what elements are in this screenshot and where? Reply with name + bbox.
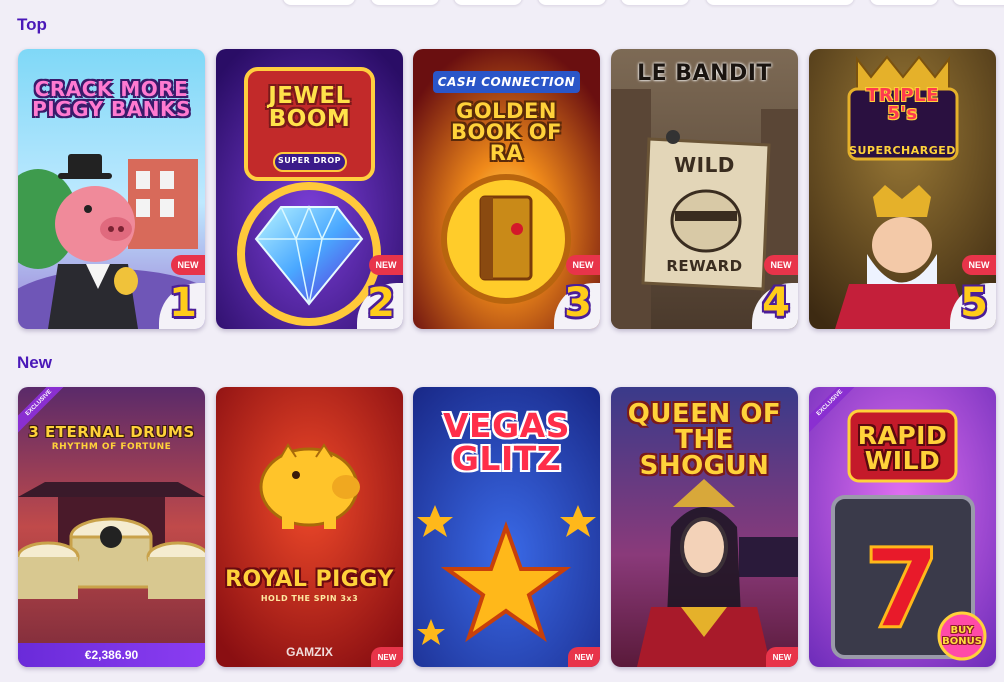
game-tile-3-eternal-drums[interactable]: EXCLUSIVE 3 ETERNAL DRUMS RHYTHM OF FORT…: [18, 387, 205, 667]
category-pill[interactable]: [370, 0, 440, 6]
new-badge: NEW: [371, 647, 403, 667]
game-tile-golden-book-of-ra[interactable]: CASH CONNECTION GOLDEN BOOK OF RA NEW 3: [413, 49, 600, 329]
category-pills: [0, 0, 1004, 6]
game-tile-crack-more-piggy-banks[interactable]: CRACK MORE PIGGY BANKS NEW 1: [18, 49, 205, 329]
category-pill[interactable]: [537, 0, 607, 6]
game-title: GOLDEN BOOK OF RA: [451, 99, 562, 165]
new-badge: NEW: [764, 255, 798, 275]
buy-label: BUY: [950, 625, 974, 636]
game-subtitle: SUPER DROP: [278, 156, 341, 165]
game-tile-le-bandit[interactable]: LE BANDIT WILD REWARD NEW 4: [611, 49, 798, 329]
new-badge: NEW: [962, 255, 996, 275]
buy-bonus-badge: BUY BONUS: [932, 611, 992, 661]
top-games-row: CRACK MORE PIGGY BANKS NEW 1 JEWEL BOOM …: [18, 49, 1004, 331]
wanted-sign-top: WILD: [674, 153, 735, 177]
category-pill[interactable]: [282, 0, 356, 6]
game-tile-queen-of-the-shogun[interactable]: QUEEN OF THE SHOGUN NEW: [611, 387, 798, 667]
category-pill[interactable]: [620, 0, 690, 6]
game-title: TRIPLE 5's: [866, 85, 939, 124]
game-subtitle: HOLD THE SPIN 3x3: [260, 594, 359, 603]
game-tile-triple-5s[interactable]: TRIPLE 5's SUPERCHARGED NEW 5: [809, 49, 996, 329]
rank-number: 1: [169, 280, 197, 326]
new-badge: NEW: [171, 255, 205, 275]
game-title: VEGAS GLITZ: [443, 406, 570, 478]
game-title: ROYAL PIGGY: [225, 567, 394, 592]
category-pill[interactable]: [952, 0, 1004, 6]
rank-number: 5: [960, 280, 988, 326]
new-games-row: EXCLUSIVE 3 ETERNAL DRUMS RHYTHM OF FORT…: [18, 387, 1004, 669]
new-badge: NEW: [568, 647, 600, 667]
game-title: RAPID WILD: [857, 421, 948, 475]
new-badge: NEW: [766, 647, 798, 667]
game-title: CRACK MORE PIGGY BANKS: [32, 77, 191, 121]
royal-piggy-artwork: [216, 387, 403, 667]
game-title: JEWEL BOOM: [268, 83, 351, 132]
new-badge: NEW: [369, 255, 403, 275]
category-pill[interactable]: [705, 0, 855, 6]
section-title-top: Top: [17, 15, 47, 34]
svg-text:7: 7: [864, 525, 941, 653]
game-subtitle: RHYTHM OF FORTUNE: [51, 442, 172, 452]
rank-number: 3: [564, 280, 592, 326]
game-title: QUEEN OF THE SHOGUN: [627, 399, 782, 481]
game-subtitle: SUPERCHARGED: [849, 144, 956, 157]
rank-number: 2: [367, 280, 395, 326]
bonus-label: BONUS: [942, 635, 982, 647]
rank-number: 4: [762, 280, 790, 326]
game-brand: CASH CONNECTION: [437, 75, 576, 89]
game-title: 3 ETERNAL DRUMS: [28, 423, 195, 441]
jackpot-amount: €2,386.90: [18, 643, 205, 667]
category-pill[interactable]: [453, 0, 523, 6]
game-tile-jewel-boom[interactable]: JEWEL BOOM SUPER DROP NEW 2: [216, 49, 403, 329]
section-title-new: New: [17, 353, 52, 372]
game-tile-royal-piggy[interactable]: ROYAL PIGGY HOLD THE SPIN 3x3 GAMZIX NEW: [216, 387, 403, 667]
game-tile-rapid-wild[interactable]: 7 EXCLUSIVE RAPID WILD BUY BONUS: [809, 387, 996, 667]
game-title: LE BANDIT: [637, 61, 772, 86]
category-pill[interactable]: [869, 0, 939, 6]
game-tile-vegas-glitz[interactable]: VEGAS GLITZ NEW: [413, 387, 600, 667]
new-badge: NEW: [566, 255, 600, 275]
